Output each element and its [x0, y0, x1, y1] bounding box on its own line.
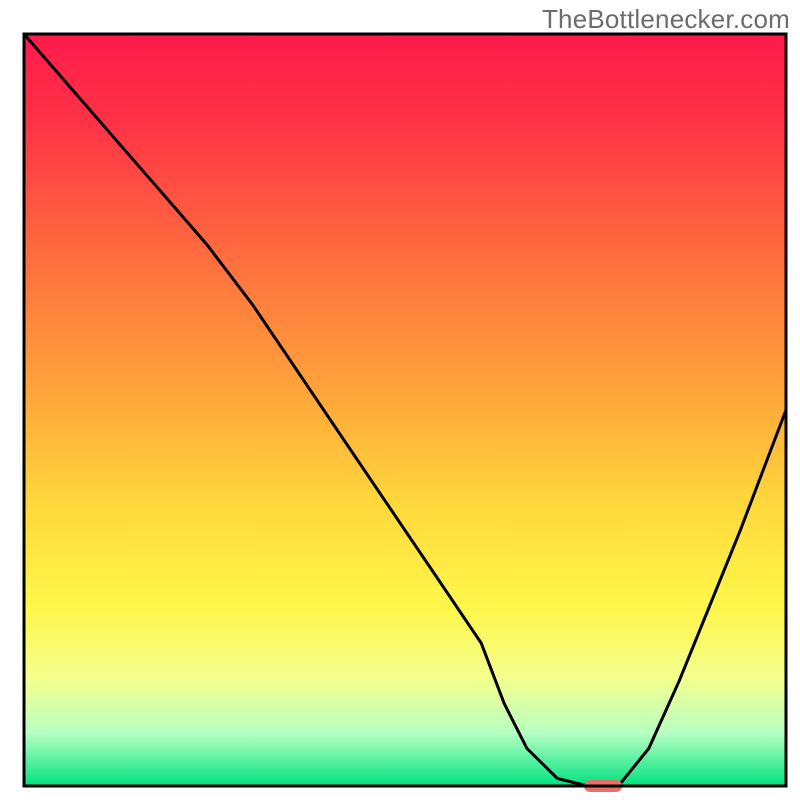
bottleneck-chart [0, 0, 800, 800]
plot-background [24, 34, 786, 786]
watermark-text: TheBottlenecker.com [542, 4, 790, 35]
